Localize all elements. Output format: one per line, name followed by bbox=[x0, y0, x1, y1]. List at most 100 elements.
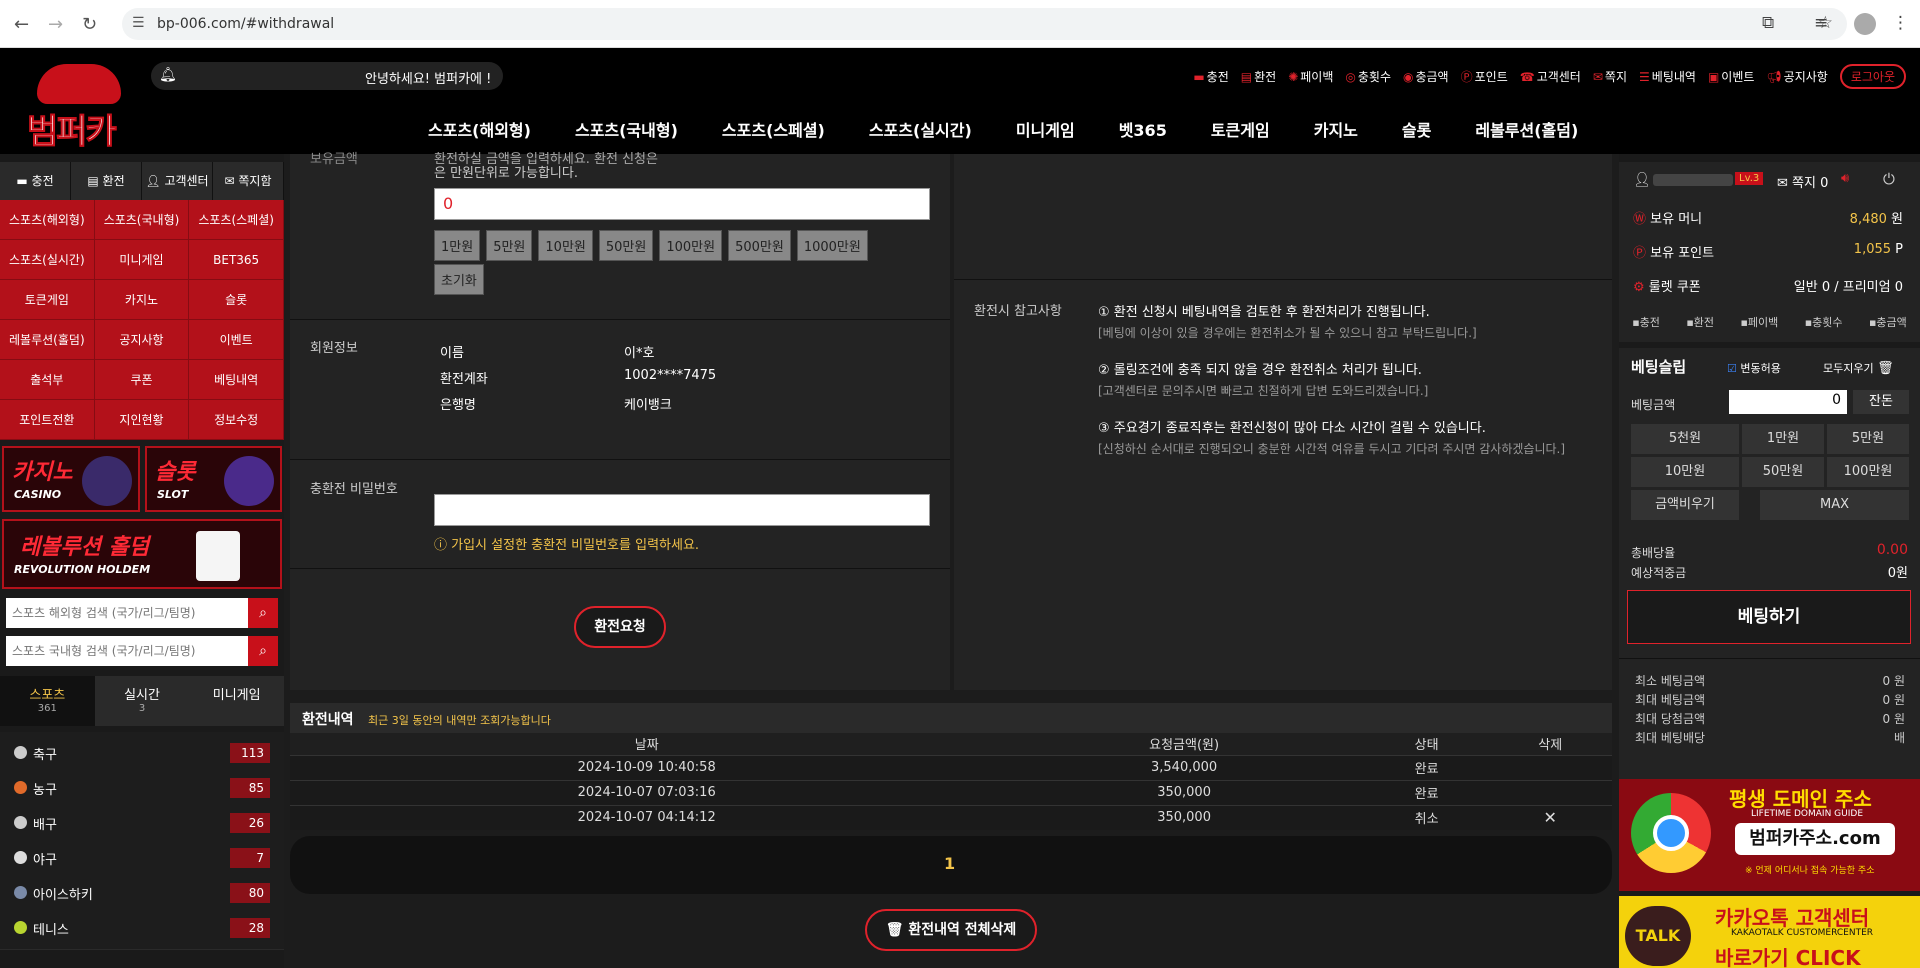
left-quick-card[interactable]: ▬ 충전 bbox=[0, 162, 71, 200]
bet-amount-button[interactable]: 5만원 bbox=[1827, 424, 1909, 454]
top-menu-list[interactable]: ☰ 베팅내역 bbox=[1639, 68, 1696, 85]
search-icon[interactable]: ⌕ bbox=[248, 598, 278, 628]
main-nav-item[interactable]: 스포츠(실시간) bbox=[847, 117, 994, 141]
search-icon[interactable]: ⌕ bbox=[248, 636, 278, 666]
reload-icon[interactable]: ↻ bbox=[82, 14, 97, 35]
game-menu-item[interactable]: 이벤트 bbox=[189, 320, 284, 360]
tab-minigame[interactable]: 미니게임 bbox=[189, 676, 285, 726]
right-quick-item[interactable]: ▪페이백 bbox=[1740, 314, 1778, 330]
top-menu-gift[interactable]: ▣ 이벤트 bbox=[1708, 68, 1754, 85]
top-menu-message[interactable]: ✉ 쪽지 bbox=[1593, 68, 1627, 85]
game-menu-item[interactable]: 공지사항 bbox=[94, 320, 190, 360]
bet-amount-input[interactable]: 0 bbox=[1729, 390, 1847, 414]
search-domestic-input[interactable] bbox=[6, 636, 248, 666]
close-icon[interactable]: ✕ bbox=[1488, 804, 1612, 830]
main-nav-item[interactable]: 스포츠(스페셜) bbox=[700, 117, 847, 141]
top-menu-card[interactable]: ▬ 충전 bbox=[1193, 68, 1228, 85]
main-nav-item[interactable]: 스포츠(국내형) bbox=[553, 117, 700, 141]
game-menu-item[interactable]: 포인트전환 bbox=[0, 400, 95, 440]
logout-button[interactable]: 로그아웃 bbox=[1839, 64, 1906, 89]
top-menu-payback[interactable]: ✺ 페이백 bbox=[1288, 68, 1333, 85]
site-info-icon[interactable]: ☰ bbox=[132, 15, 145, 31]
amount-chip[interactable]: 5만원 bbox=[486, 230, 533, 261]
game-menu-item[interactable]: 스포츠(스페셜) bbox=[189, 200, 284, 240]
game-menu-item[interactable]: 미니게임 bbox=[94, 240, 190, 280]
game-menu-item[interactable]: 슬롯 bbox=[189, 280, 284, 320]
bet-amount-button[interactable]: 5천원 bbox=[1631, 424, 1739, 454]
search-overseas-input[interactable] bbox=[6, 598, 248, 628]
amount-chip[interactable]: 500만원 bbox=[728, 230, 791, 261]
main-nav-item[interactable]: 벳365 bbox=[1097, 117, 1189, 141]
tab-sports[interactable]: 스포츠 361 bbox=[0, 676, 95, 726]
main-nav-item[interactable]: 레볼루션(홀덤) bbox=[1453, 117, 1600, 141]
main-nav-item[interactable]: 미니게임 bbox=[994, 117, 1097, 141]
amount-chip[interactable]: 100만원 bbox=[659, 230, 723, 261]
casino-banner[interactable]: 카지노 CASINO bbox=[2, 446, 140, 512]
amount-chip[interactable]: 1000만원 bbox=[796, 230, 868, 261]
main-nav-item[interactable]: 카지노 bbox=[1292, 117, 1380, 141]
withdraw-request-button[interactable]: 환전요청 bbox=[574, 606, 666, 648]
site-logo[interactable]: 범퍼카 bbox=[25, 60, 137, 153]
game-menu-item[interactable]: 카지노 bbox=[94, 280, 190, 320]
balance-button[interactable]: 잔돈 bbox=[1853, 390, 1909, 414]
fix-toggle[interactable]: ☑ 변동허용 bbox=[1727, 360, 1781, 376]
bet-amount-button[interactable]: 금액비우기 bbox=[1631, 490, 1739, 520]
message-link[interactable]: ✉ 쪽지 0 bbox=[1777, 172, 1828, 191]
bet-amount-button[interactable]: 1만원 bbox=[1742, 424, 1824, 454]
forward-icon[interactable]: → bbox=[48, 14, 63, 35]
power-icon[interactable]: ⏻ bbox=[1883, 170, 1895, 188]
menu-dots-icon[interactable]: ⋮ bbox=[1892, 13, 1909, 33]
left-quick-message[interactable]: ✉ 쪽지함 bbox=[213, 162, 284, 200]
game-menu-item[interactable]: 토큰게임 bbox=[0, 280, 95, 320]
back-icon[interactable]: ← bbox=[14, 14, 29, 35]
media-icon[interactable]: ≡ bbox=[1814, 13, 1828, 33]
amount-chip[interactable]: 10만원 bbox=[538, 230, 593, 261]
game-menu-item[interactable]: 스포츠(해외형) bbox=[0, 200, 95, 240]
profile-avatar[interactable] bbox=[1854, 13, 1876, 35]
top-menu-money[interactable]: ▤ 환전 bbox=[1241, 68, 1276, 85]
tab-live[interactable]: 실시간 3 bbox=[94, 676, 190, 726]
left-quick-money[interactable]: ▤ 환전 bbox=[71, 162, 142, 200]
withdraw-amount-input[interactable]: 0 bbox=[434, 188, 930, 220]
bet-amount-button[interactable]: 100만원 bbox=[1827, 457, 1909, 487]
checkbox-icon[interactable]: ☑ bbox=[1727, 362, 1737, 375]
amount-chip[interactable]: 1만원 bbox=[434, 230, 481, 261]
main-nav-item[interactable]: 스포츠(해외형) bbox=[406, 117, 553, 141]
right-quick-item[interactable]: ▪충횟수 bbox=[1805, 314, 1843, 330]
game-menu-item[interactable]: 베팅내역 bbox=[189, 360, 284, 400]
game-menu-item[interactable]: 쿠폰 bbox=[94, 360, 190, 400]
extensions-icon[interactable]: ⧉ bbox=[1762, 13, 1774, 33]
address-bar[interactable]: ☰ bp-006.com/#withdrawal ☆ bbox=[122, 8, 1847, 40]
delete-all-history-button[interactable]: 🗑︎ 환전내역 전체삭제 bbox=[865, 909, 1037, 951]
withdraw-password-input[interactable] bbox=[434, 494, 930, 526]
sound-icon[interactable]: 🔊︎ bbox=[1841, 171, 1849, 186]
right-quick-item[interactable]: ▪환전 bbox=[1686, 314, 1714, 330]
game-menu-item[interactable]: BET365 bbox=[189, 240, 284, 280]
place-bet-button[interactable]: 베팅하기 bbox=[1627, 590, 1911, 644]
top-menu-count[interactable]: ◎ 충횟수 bbox=[1345, 68, 1391, 85]
bet-amount-button[interactable]: 50만원 bbox=[1742, 457, 1824, 487]
main-nav-item[interactable]: 토큰게임 bbox=[1189, 117, 1292, 141]
left-quick-support[interactable]: 👤︎ 고객센터 bbox=[142, 162, 213, 200]
right-quick-item[interactable]: ▪충전 bbox=[1632, 314, 1660, 330]
game-menu-item[interactable]: 출석부 bbox=[0, 360, 95, 400]
game-menu-item[interactable]: 지인현황 bbox=[94, 400, 190, 440]
kakao-banner[interactable]: TALK 카카오톡 고객센터 KAKAOTALK CUSTOMERCENTER … bbox=[1619, 896, 1920, 968]
game-menu-item[interactable]: 스포츠(실시간) bbox=[0, 240, 95, 280]
bet-amount-button[interactable]: 10만원 bbox=[1631, 457, 1739, 487]
domain-banner[interactable]: 평생 도메인 주소 LIFETIME DOMAIN GUIDE 범퍼카주소.co… bbox=[1619, 779, 1920, 891]
top-menu-coin[interactable]: ◉ 충금액 bbox=[1403, 68, 1449, 85]
top-menu-point[interactable]: Ⓟ 포인트 bbox=[1461, 68, 1508, 85]
game-menu-item[interactable]: 정보수정 bbox=[189, 400, 284, 440]
right-quick-item[interactable]: ▪충금액 bbox=[1869, 314, 1907, 330]
holdem-banner[interactable]: 레볼루션 홀덤 REVOLUTION HOLDEM bbox=[2, 519, 282, 589]
main-nav-item[interactable]: 슬롯 bbox=[1380, 117, 1453, 141]
clear-all-button[interactable]: 모두지우기 🗑︎ bbox=[1823, 360, 1894, 376]
page-1[interactable]: 1 bbox=[944, 854, 955, 873]
sport-row[interactable]: 테니스 28 bbox=[0, 907, 284, 950]
slot-banner[interactable]: 슬롯 SLOT bbox=[145, 446, 282, 512]
amount-chip[interactable]: 50만원 bbox=[598, 230, 654, 261]
game-menu-item[interactable]: 레볼루션(홀덤) bbox=[0, 320, 95, 360]
game-menu-item[interactable]: 스포츠(국내형) bbox=[94, 200, 190, 240]
top-menu-support[interactable]: ☎ 고객센터 bbox=[1520, 68, 1581, 85]
